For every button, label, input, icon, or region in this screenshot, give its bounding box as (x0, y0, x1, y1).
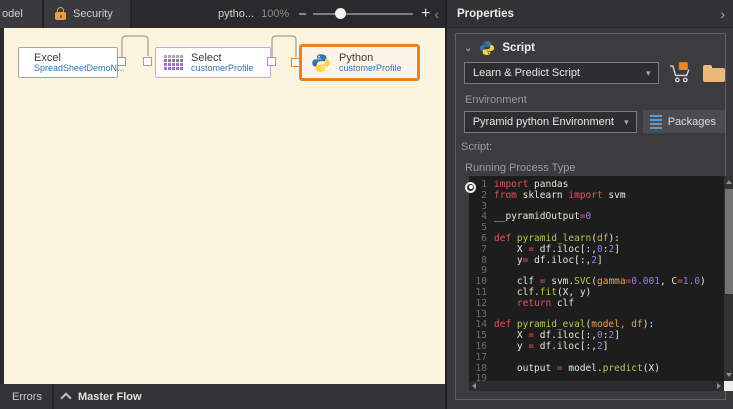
tab-master-flow[interactable]: Master Flow (62, 391, 142, 403)
properties-header: Properties › (447, 0, 733, 28)
code-lines[interactable]: 1import pandas2from sklearn import svm34… (469, 180, 724, 381)
properties-title: Properties (457, 8, 514, 20)
vertical-scroll-thumb[interactable] (725, 189, 733, 294)
scroll-left-arrow-icon[interactable] (472, 383, 476, 389)
python-input-port[interactable] (291, 58, 300, 67)
master-flow-label: Master Flow (78, 391, 142, 403)
marketplace-cart-icon[interactable] (668, 62, 692, 84)
tab-model[interactable]: odel (0, 0, 44, 28)
node-subtitle: customerProfile (339, 64, 402, 74)
security-label: Security (73, 8, 113, 20)
code-editor[interactable]: 1import pandas2from sklearn import svm34… (469, 176, 733, 391)
script-select[interactable]: Learn & Predict Script ▾ (464, 62, 659, 84)
chevron-up-icon (60, 392, 71, 403)
tab-divider (52, 384, 54, 409)
panel-collapse-icon[interactable]: › (720, 6, 725, 22)
top-toolbar: odel Security pytho... 100% − + ‹ (0, 0, 445, 28)
select-table-icon (164, 55, 183, 71)
zoom-controls: pytho... 100% − + ‹ (218, 0, 445, 28)
environment-select-value: Pyramid python Environment (473, 116, 614, 128)
node-excel[interactable]: X Excel SpreadSheetDemoN... (18, 47, 118, 78)
security-button[interactable]: Security (44, 0, 132, 28)
connection-lines (4, 28, 445, 384)
radio-selected-icon (465, 182, 476, 193)
packages-label: Packages (668, 116, 716, 128)
panel-expand-icon[interactable]: ‹ (434, 6, 439, 22)
scroll-up-arrow-icon[interactable] (726, 180, 732, 184)
zoom-slider-thumb[interactable] (335, 8, 346, 19)
editor-horizontal-scrollbar[interactable] (469, 381, 724, 391)
script-label: Script: (461, 141, 725, 153)
model-tab-label: odel (2, 8, 23, 20)
python-icon (311, 53, 331, 73)
excel-output-port[interactable] (117, 57, 126, 66)
node-title: Select (191, 52, 254, 64)
bottom-tab-bar: Errors Master Flow (0, 384, 445, 409)
scroll-down-arrow-icon[interactable] (726, 373, 732, 377)
script-select-value: Learn & Predict Script (473, 67, 580, 79)
chevron-down-icon: ▾ (624, 117, 629, 128)
flow-canvas[interactable]: X Excel SpreadSheetDemoN... Select custo… (4, 28, 445, 384)
chevron-down-icon[interactable]: ⌄ (464, 43, 472, 54)
zoom-in-button[interactable]: + (421, 5, 430, 23)
script-section-title: Script (502, 42, 535, 54)
zoom-slider[interactable] (313, 13, 413, 15)
node-subtitle: customerProfile (191, 64, 254, 74)
zoom-target-label: pytho... (218, 8, 254, 20)
open-folder-icon[interactable] (703, 68, 725, 82)
lock-icon (55, 12, 66, 20)
packages-button[interactable]: Packages (643, 110, 725, 133)
chevron-down-icon: ▾ (646, 68, 651, 79)
node-select[interactable]: Select customerProfile (155, 47, 271, 78)
select-output-port[interactable] (267, 57, 276, 66)
python-icon (479, 40, 495, 56)
environment-label: Environment (465, 94, 725, 106)
zoom-level: 100% (261, 8, 289, 20)
node-subtitle: SpreadSheetDemoN... (34, 64, 125, 74)
tab-errors[interactable]: Errors (0, 391, 50, 403)
select-input-port[interactable] (143, 57, 152, 66)
node-python-selected[interactable]: Python customerProfile (299, 44, 420, 81)
running-process-type-label: Running Process Type (465, 162, 725, 174)
editor-vertical-scrollbar[interactable] (724, 176, 733, 381)
properties-panel: Properties › ⌄ Script Learn & Predict Sc… (445, 0, 733, 409)
scroll-right-arrow-icon[interactable] (717, 383, 721, 389)
script-section-header[interactable]: ⌄ Script (464, 40, 725, 56)
script-section: ⌄ Script Learn & Predict Script ▾ Enviro… (455, 33, 726, 400)
node-title: Excel (34, 52, 125, 64)
node-title: Python (339, 52, 402, 64)
zoom-out-button[interactable]: − (298, 6, 307, 23)
errors-label: Errors (12, 391, 42, 403)
environment-select[interactable]: Pyramid python Environment ▾ (464, 111, 637, 133)
scrollbar-corner (724, 381, 733, 391)
list-lines-icon (650, 115, 662, 129)
